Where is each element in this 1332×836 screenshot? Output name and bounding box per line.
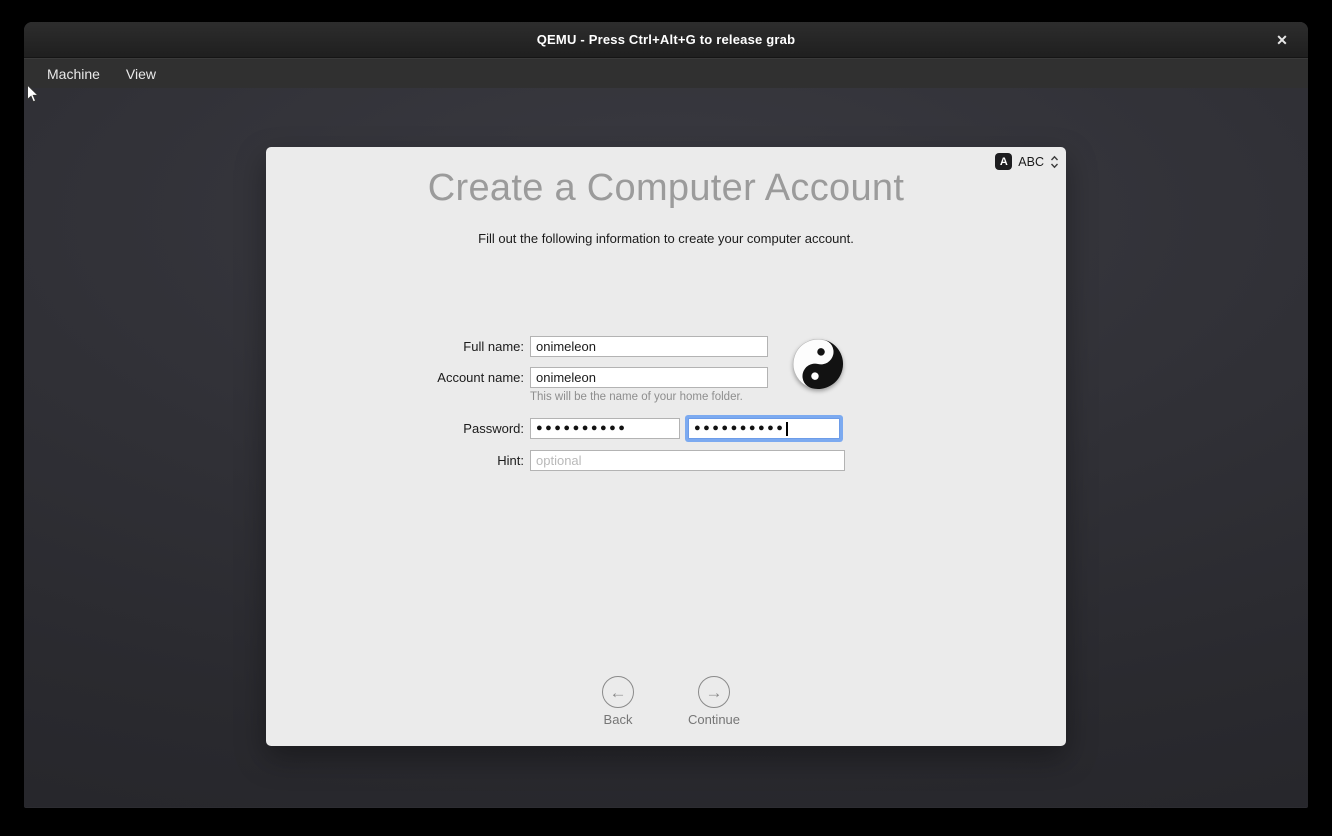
account-name-input[interactable] — [530, 367, 768, 388]
account-name-helper: This will be the name of your home folde… — [530, 391, 743, 403]
verify-password-masked-value: ●●●●●●●●●● — [694, 423, 785, 434]
page-title: Create a Computer Account — [266, 167, 1066, 210]
mouse-cursor-icon — [26, 84, 40, 104]
qemu-window: QEMU - Press Ctrl+Alt+G to release grab … — [24, 22, 1308, 808]
continue-arrow-icon: → — [698, 676, 730, 708]
window-titlebar[interactable]: QEMU - Press Ctrl+Alt+G to release grab … — [24, 22, 1308, 58]
menu-view[interactable]: View — [115, 62, 167, 86]
password-masked-value: ●●●●●●●●●● — [536, 423, 627, 434]
menubar: Machine View — [24, 58, 1308, 88]
continue-button-label: Continue — [688, 712, 740, 727]
yin-yang-icon — [791, 337, 845, 391]
password-input[interactable]: ●●●●●●●●●● — [530, 418, 680, 439]
hint-label: Hint: — [266, 453, 524, 468]
back-button[interactable]: ← Back — [587, 676, 649, 727]
create-account-dialog: A ABC Create a Computer Account Fill out… — [266, 147, 1066, 746]
account-avatar[interactable] — [791, 337, 845, 396]
hint-row: Hint: — [266, 450, 1066, 471]
menu-machine[interactable]: Machine — [36, 62, 111, 86]
continue-button[interactable]: → Continue — [683, 676, 745, 727]
full-name-input[interactable] — [530, 336, 768, 357]
window-title: QEMU - Press Ctrl+Alt+G to release grab — [537, 32, 796, 47]
account-name-label: Account name: — [266, 370, 524, 385]
hint-input[interactable] — [530, 450, 845, 471]
back-arrow-icon: ← — [602, 676, 634, 708]
full-name-label: Full name: — [266, 339, 524, 354]
vm-screen: A ABC Create a Computer Account Fill out… — [24, 88, 1308, 807]
close-icon[interactable]: ✕ — [1268, 22, 1296, 58]
text-caret — [786, 422, 788, 436]
nav-buttons: ← Back → Continue — [587, 676, 745, 727]
password-label: Password: — [266, 421, 524, 436]
password-row: Password: ●●●●●●●●●● ●●●●●●●●●● — [266, 418, 1066, 439]
page-subtitle: Fill out the following information to cr… — [266, 231, 1066, 246]
full-name-row: Full name: — [266, 336, 1066, 357]
back-button-label: Back — [604, 712, 633, 727]
verify-password-input[interactable]: ●●●●●●●●●● — [688, 418, 840, 439]
account-name-row: Account name: — [266, 367, 1066, 388]
